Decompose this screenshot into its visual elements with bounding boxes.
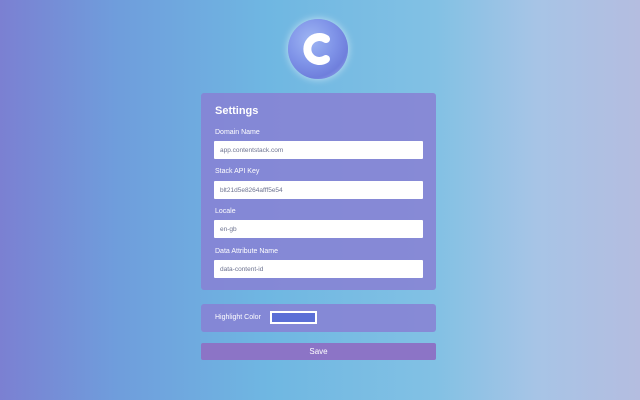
locale-input[interactable]: [214, 220, 423, 238]
stack-api-key-label: Stack API Key: [215, 168, 260, 175]
data-attribute-name-label: Data Attribute Name: [215, 248, 279, 255]
highlight-color-picker[interactable]: [270, 311, 317, 324]
data-attribute-name-input[interactable]: [214, 260, 423, 278]
highlight-color-panel: Highlight Color: [201, 304, 436, 332]
contentstack-c-icon: [303, 33, 330, 65]
settings-panel: Settings Domain Name Stack API Key Local…: [201, 93, 436, 290]
settings-title: Settings: [215, 105, 259, 117]
highlight-color-label: Highlight Color: [215, 314, 261, 321]
stack-api-key-input[interactable]: [214, 181, 423, 199]
domain-name-label: Domain Name: [215, 129, 260, 136]
save-button[interactable]: Save: [201, 343, 436, 360]
domain-name-input[interactable]: [214, 141, 423, 159]
app-logo: [288, 19, 348, 79]
locale-label: Locale: [215, 208, 236, 215]
